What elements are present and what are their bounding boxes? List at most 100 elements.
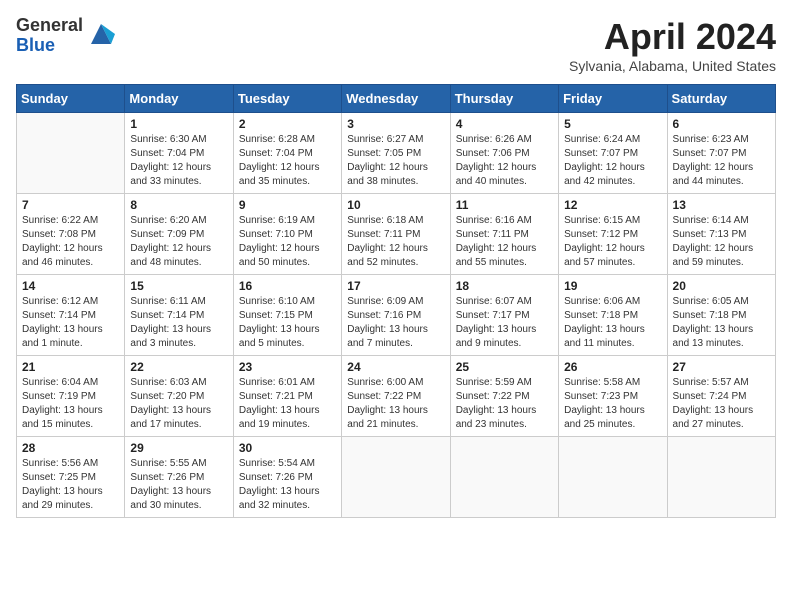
day-number: 11	[456, 198, 553, 212]
calendar-day-cell: 4Sunrise: 6:26 AMSunset: 7:06 PMDaylight…	[450, 113, 558, 194]
calendar-day-cell: 5 Sunrise: 6:24 AMSunset: 7:07 PMDaylight…	[559, 113, 667, 194]
day-info: Sunrise: 6:03 AMSunset: 7:20 PMDaylight:…	[130, 376, 227, 432]
logo-general: General	[16, 16, 83, 36]
day-number: 3	[347, 117, 444, 131]
calendar-day-cell: 2 Sunrise: 6:28 AMSunset: 7:04 PMDaylight…	[233, 113, 341, 194]
day-number: 5	[564, 117, 661, 131]
calendar-day-cell: 29 Sunrise: 5:55 AMSunset: 7:26 PMDayligh…	[125, 437, 233, 518]
day-info: Sunrise: 6:19 AMSunset: 7:10 PMDaylight:…	[239, 214, 336, 270]
title-block: April 2024 Sylvania, Alabama, United Sta…	[569, 16, 776, 74]
calendar-day-cell: 7 Sunrise: 6:22 AMSunset: 7:08 PMDaylight…	[17, 194, 125, 275]
calendar-day-cell: 26 Sunrise: 5:58 AMSunset: 7:23 PMDayligh…	[559, 356, 667, 437]
day-number: 12	[564, 198, 661, 212]
day-info: Sunrise: 6:24 AMSunset: 7:07 PMDaylight:…	[564, 133, 661, 189]
calendar-week-row: 28 Sunrise: 5:56 AMSunset: 7:25 PMDayligh…	[17, 437, 776, 518]
calendar-day-cell: 14Sunrise: 6:12 AMSunset: 7:14 PMDayligh…	[17, 275, 125, 356]
day-info: Sunrise: 5:57 AMSunset: 7:24 PMDaylight:…	[673, 376, 770, 432]
day-number: 16	[239, 279, 336, 293]
page-header: General Blue April 2024 Sylvania, Alabam…	[16, 16, 776, 74]
day-number: 13	[673, 198, 770, 212]
day-number: 24	[347, 360, 444, 374]
day-number: 1	[130, 117, 227, 131]
day-info: Sunrise: 6:26 AMSunset: 7:06 PMDaylight:…	[456, 133, 553, 189]
day-number: 19	[564, 279, 661, 293]
day-number: 10	[347, 198, 444, 212]
calendar-day-cell: 28 Sunrise: 5:56 AMSunset: 7:25 PMDayligh…	[17, 437, 125, 518]
day-number: 30	[239, 441, 336, 455]
day-info: Sunrise: 6:05 AMSunset: 7:18 PMDaylight:…	[673, 295, 770, 351]
day-number: 18	[456, 279, 553, 293]
calendar-day-cell: 15 Sunrise: 6:11 AMSunset: 7:14 PMDayligh…	[125, 275, 233, 356]
calendar-day-cell: 19Sunrise: 6:06 AMSunset: 7:18 PMDayligh…	[559, 275, 667, 356]
weekday-header: Thursday	[450, 85, 558, 113]
day-number: 22	[130, 360, 227, 374]
calendar-day-cell: 3 Sunrise: 6:27 AMSunset: 7:05 PMDaylight…	[342, 113, 450, 194]
calendar-day-cell	[667, 437, 775, 518]
day-number: 6	[673, 117, 770, 131]
day-info: Sunrise: 6:10 AMSunset: 7:15 PMDaylight:…	[239, 295, 336, 351]
day-info: Sunrise: 6:16 AMSunset: 7:11 PMDaylight:…	[456, 214, 553, 270]
day-number: 29	[130, 441, 227, 455]
day-info: Sunrise: 6:27 AMSunset: 7:05 PMDaylight:…	[347, 133, 444, 189]
day-info: Sunrise: 6:04 AMSunset: 7:19 PMDaylight:…	[22, 376, 119, 432]
day-info: Sunrise: 6:14 AMSunset: 7:13 PMDaylight:…	[673, 214, 770, 270]
calendar-day-cell: 12 Sunrise: 6:15 AMSunset: 7:12 PMDayligh…	[559, 194, 667, 275]
day-info: Sunrise: 6:18 AMSunset: 7:11 PMDaylight:…	[347, 214, 444, 270]
calendar-day-cell: 16 Sunrise: 6:10 AMSunset: 7:15 PMDayligh…	[233, 275, 341, 356]
day-info: Sunrise: 6:15 AMSunset: 7:12 PMDaylight:…	[564, 214, 661, 270]
calendar-day-cell: 13 Sunrise: 6:14 AMSunset: 7:13 PMDayligh…	[667, 194, 775, 275]
day-info: Sunrise: 6:01 AMSunset: 7:21 PMDaylight:…	[239, 376, 336, 432]
weekday-header: Sunday	[17, 85, 125, 113]
calendar-day-cell: 22 Sunrise: 6:03 AMSunset: 7:20 PMDayligh…	[125, 356, 233, 437]
day-number: 17	[347, 279, 444, 293]
day-info: Sunrise: 6:22 AMSunset: 7:08 PMDaylight:…	[22, 214, 119, 270]
calendar-day-cell: 25 Sunrise: 5:59 AMSunset: 7:22 PMDayligh…	[450, 356, 558, 437]
day-number: 20	[673, 279, 770, 293]
weekday-header: Tuesday	[233, 85, 341, 113]
calendar-day-cell: 21 Sunrise: 6:04 AMSunset: 7:19 PMDayligh…	[17, 356, 125, 437]
calendar-day-cell: 24 Sunrise: 6:00 AMSunset: 7:22 PMDayligh…	[342, 356, 450, 437]
day-number: 2	[239, 117, 336, 131]
day-info: Sunrise: 6:28 AMSunset: 7:04 PMDaylight:…	[239, 133, 336, 189]
logo: General Blue	[16, 16, 115, 56]
calendar-day-cell: 9 Sunrise: 6:19 AMSunset: 7:10 PMDaylight…	[233, 194, 341, 275]
day-number: 25	[456, 360, 553, 374]
weekday-header-row: SundayMondayTuesdayWednesdayThursdayFrid…	[17, 85, 776, 113]
day-number: 15	[130, 279, 227, 293]
day-number: 28	[22, 441, 119, 455]
calendar-week-row: 21 Sunrise: 6:04 AMSunset: 7:19 PMDayligh…	[17, 356, 776, 437]
calendar-week-row: 14Sunrise: 6:12 AMSunset: 7:14 PMDayligh…	[17, 275, 776, 356]
day-number: 27	[673, 360, 770, 374]
day-number: 23	[239, 360, 336, 374]
day-info: Sunrise: 6:09 AMSunset: 7:16 PMDaylight:…	[347, 295, 444, 351]
day-info: Sunrise: 6:07 AMSunset: 7:17 PMDaylight:…	[456, 295, 553, 351]
calendar-week-row: 1Sunrise: 6:30 AMSunset: 7:04 PMDaylight…	[17, 113, 776, 194]
day-info: Sunrise: 6:12 AMSunset: 7:14 PMDaylight:…	[22, 295, 119, 351]
day-number: 7	[22, 198, 119, 212]
weekday-header: Wednesday	[342, 85, 450, 113]
day-info: Sunrise: 5:58 AMSunset: 7:23 PMDaylight:…	[564, 376, 661, 432]
day-info: Sunrise: 5:54 AMSunset: 7:26 PMDaylight:…	[239, 457, 336, 513]
calendar-table: SundayMondayTuesdayWednesdayThursdayFrid…	[16, 84, 776, 518]
calendar-day-cell	[17, 113, 125, 194]
calendar-day-cell	[342, 437, 450, 518]
calendar-day-cell: 10 Sunrise: 6:18 AMSunset: 7:11 PMDayligh…	[342, 194, 450, 275]
calendar-day-cell: 11 Sunrise: 6:16 AMSunset: 7:11 PMDayligh…	[450, 194, 558, 275]
day-info: Sunrise: 5:59 AMSunset: 7:22 PMDaylight:…	[456, 376, 553, 432]
calendar-day-cell: 1Sunrise: 6:30 AMSunset: 7:04 PMDaylight…	[125, 113, 233, 194]
day-info: Sunrise: 5:55 AMSunset: 7:26 PMDaylight:…	[130, 457, 227, 513]
weekday-header: Friday	[559, 85, 667, 113]
calendar-day-cell	[450, 437, 558, 518]
day-info: Sunrise: 5:56 AMSunset: 7:25 PMDaylight:…	[22, 457, 119, 513]
calendar-day-cell: 23 Sunrise: 6:01 AMSunset: 7:21 PMDayligh…	[233, 356, 341, 437]
weekday-header: Monday	[125, 85, 233, 113]
day-info: Sunrise: 6:00 AMSunset: 7:22 PMDaylight:…	[347, 376, 444, 432]
day-number: 9	[239, 198, 336, 212]
day-info: Sunrise: 6:11 AMSunset: 7:14 PMDaylight:…	[130, 295, 227, 351]
day-number: 8	[130, 198, 227, 212]
calendar-day-cell: 17 Sunrise: 6:09 AMSunset: 7:16 PMDayligh…	[342, 275, 450, 356]
day-number: 26	[564, 360, 661, 374]
month-title: April 2024	[569, 16, 776, 58]
day-number: 21	[22, 360, 119, 374]
calendar-day-cell: 30 Sunrise: 5:54 AMSunset: 7:26 PMDayligh…	[233, 437, 341, 518]
